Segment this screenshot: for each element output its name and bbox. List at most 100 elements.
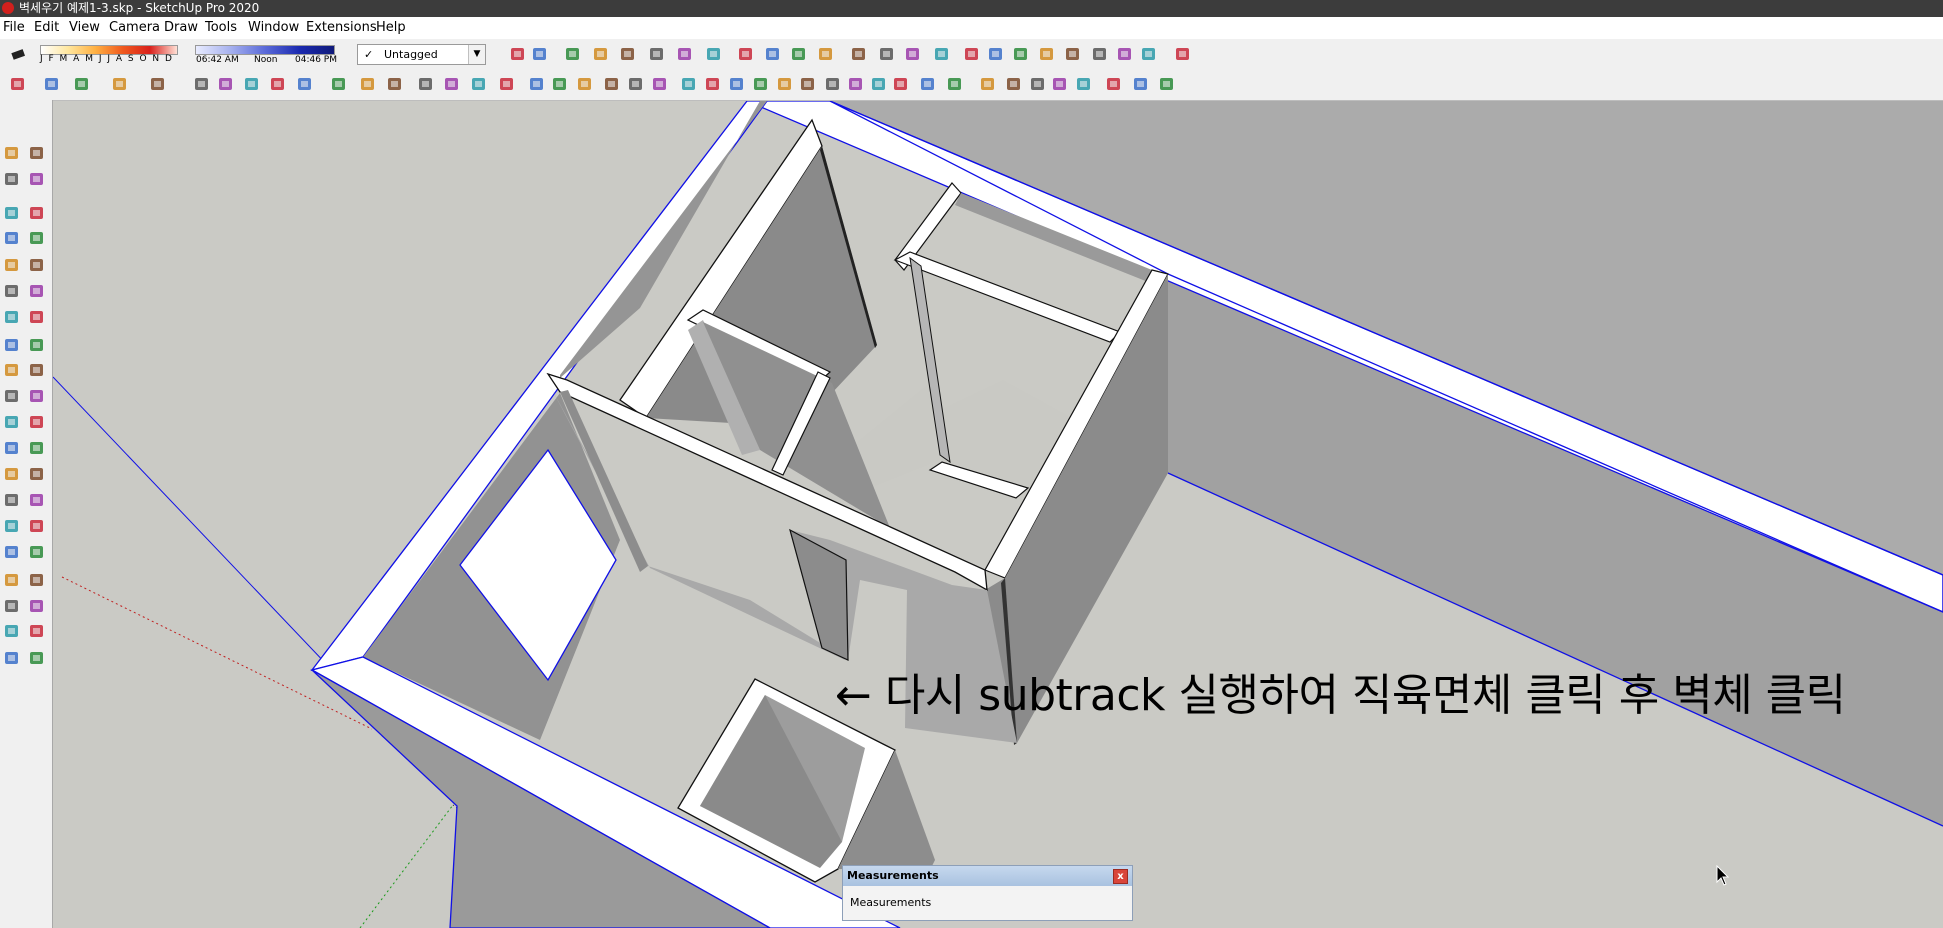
extension-warehouse-icon[interactable] bbox=[27, 621, 47, 641]
advanced-camera-icon[interactable] bbox=[626, 74, 646, 94]
trim-icon[interactable] bbox=[1004, 74, 1024, 94]
measurements-field[interactable]: Measurements bbox=[843, 888, 1132, 918]
orbit-icon[interactable] bbox=[416, 74, 436, 94]
section-plane-icon[interactable] bbox=[798, 74, 818, 94]
two-point-arc-icon[interactable] bbox=[2, 307, 22, 327]
paint-bucket-icon[interactable] bbox=[2, 169, 22, 189]
zoom-extents-icon[interactable] bbox=[1063, 44, 1083, 64]
walk-icon[interactable] bbox=[2, 596, 22, 616]
iso-view-icon[interactable] bbox=[650, 74, 670, 94]
arc-icon[interactable] bbox=[2, 281, 22, 301]
paint-bucket-icon[interactable] bbox=[385, 74, 405, 94]
pan-icon[interactable] bbox=[27, 490, 47, 510]
eraser-icon[interactable] bbox=[27, 169, 47, 189]
make-component-icon[interactable] bbox=[27, 143, 47, 163]
menu-edit[interactable]: Edit bbox=[34, 17, 59, 39]
previous-view-icon[interactable] bbox=[27, 542, 47, 562]
rotated-rectangle-icon[interactable] bbox=[27, 228, 47, 248]
add-detail-icon[interactable] bbox=[903, 44, 923, 64]
shaded-textures-icon[interactable] bbox=[704, 44, 724, 64]
pan-icon[interactable] bbox=[442, 74, 462, 94]
select-icon[interactable] bbox=[8, 74, 28, 94]
dimension-icon[interactable] bbox=[27, 412, 47, 432]
shaded-icon[interactable] bbox=[675, 44, 695, 64]
top-view-icon[interactable] bbox=[1131, 74, 1151, 94]
menu-tools[interactable]: Tools bbox=[205, 17, 237, 39]
subtract-icon[interactable] bbox=[978, 74, 998, 94]
eraser-icon[interactable] bbox=[42, 74, 62, 94]
model-viewport[interactable]: ← 다시 subtrack 실행하여 직육면체 클릭 후 벽체 클릭 bbox=[53, 101, 1943, 928]
left-view-icon[interactable] bbox=[775, 74, 795, 94]
eraser-icon[interactable] bbox=[508, 44, 528, 64]
text-icon[interactable] bbox=[27, 438, 47, 458]
move-icon[interactable] bbox=[2, 335, 22, 355]
pencil-icon[interactable] bbox=[72, 74, 92, 94]
solid-inspector-icon[interactable] bbox=[1050, 74, 1070, 94]
display-section-fill-icon[interactable] bbox=[869, 74, 889, 94]
look-around-icon[interactable] bbox=[1115, 44, 1135, 64]
position-camera-icon[interactable] bbox=[2, 570, 22, 590]
circle-icon[interactable] bbox=[2, 255, 22, 275]
chevron-down-icon[interactable]: ▼ bbox=[468, 45, 485, 64]
back-view-icon[interactable] bbox=[751, 74, 771, 94]
section-plane-icon[interactable] bbox=[27, 596, 47, 616]
follow-me-icon[interactable] bbox=[216, 74, 236, 94]
scale-icon[interactable] bbox=[295, 74, 315, 94]
offset-icon[interactable] bbox=[27, 386, 47, 406]
walk-icon[interactable] bbox=[1139, 44, 1159, 64]
x-ray-icon[interactable] bbox=[563, 44, 583, 64]
split-icon[interactable] bbox=[1028, 74, 1048, 94]
freehand-icon[interactable] bbox=[27, 203, 47, 223]
flip-edge-icon[interactable] bbox=[932, 44, 952, 64]
tag-select[interactable]: ✓ Untagged ▼ bbox=[357, 44, 486, 65]
smoove-icon[interactable] bbox=[816, 44, 836, 64]
axes-icon[interactable] bbox=[2, 464, 22, 484]
layout-icon[interactable] bbox=[575, 74, 595, 94]
close-icon[interactable]: x bbox=[1113, 869, 1128, 884]
rectangle-icon[interactable] bbox=[148, 74, 168, 94]
sandbox-from-contours-icon[interactable] bbox=[763, 44, 783, 64]
zoom-icon[interactable] bbox=[469, 74, 489, 94]
scale-icon[interactable] bbox=[2, 386, 22, 406]
protractor-icon[interactable] bbox=[2, 438, 22, 458]
pie-icon[interactable] bbox=[27, 281, 47, 301]
eraser-icon[interactable] bbox=[8, 44, 28, 64]
rectangle-icon[interactable] bbox=[2, 228, 22, 248]
menu-window[interactable]: Window bbox=[248, 17, 299, 39]
right-view-icon[interactable] bbox=[727, 74, 747, 94]
menu-draw[interactable]: Draw bbox=[164, 17, 198, 39]
model-info-icon[interactable] bbox=[602, 74, 622, 94]
push-pull-icon[interactable] bbox=[27, 335, 47, 355]
orbit-icon[interactable] bbox=[962, 44, 982, 64]
arc-icon[interactable] bbox=[110, 74, 130, 94]
geo-location-icon[interactable] bbox=[1173, 44, 1193, 64]
menu-view[interactable]: View bbox=[69, 17, 100, 39]
orbit-icon[interactable] bbox=[2, 490, 22, 510]
polygon-icon[interactable] bbox=[27, 255, 47, 275]
shadow-time-slider[interactable] bbox=[195, 45, 335, 55]
union-icon[interactable] bbox=[945, 74, 965, 94]
rotate-icon[interactable] bbox=[268, 74, 288, 94]
extension-warehouse-icon[interactable] bbox=[550, 74, 570, 94]
front-view-icon[interactable] bbox=[1104, 74, 1124, 94]
front-view-icon[interactable] bbox=[703, 74, 723, 94]
zoom-icon[interactable] bbox=[2, 516, 22, 536]
pan-icon[interactable] bbox=[986, 44, 1006, 64]
wireframe-icon[interactable] bbox=[618, 44, 638, 64]
push-pull-icon[interactable] bbox=[192, 74, 212, 94]
send-to-layout-icon[interactable] bbox=[2, 648, 22, 668]
menu-file[interactable]: File bbox=[3, 17, 25, 39]
zoom-extents-icon[interactable] bbox=[2, 542, 22, 562]
zoom-window-icon[interactable] bbox=[1037, 44, 1057, 64]
tape-measure-icon[interactable] bbox=[329, 74, 349, 94]
stamp-icon[interactable] bbox=[849, 44, 869, 64]
sandbox-from-scratch-icon[interactable] bbox=[789, 44, 809, 64]
outer-shell-icon[interactable] bbox=[891, 74, 911, 94]
warehouse-icon[interactable] bbox=[527, 74, 547, 94]
menu-camera[interactable]: Camera bbox=[109, 17, 160, 39]
zoom-icon[interactable] bbox=[1011, 44, 1031, 64]
monochrome-icon[interactable] bbox=[736, 44, 756, 64]
text-icon[interactable] bbox=[358, 74, 378, 94]
display-section-planes-icon[interactable] bbox=[823, 74, 843, 94]
display-section-cuts-icon[interactable] bbox=[846, 74, 866, 94]
